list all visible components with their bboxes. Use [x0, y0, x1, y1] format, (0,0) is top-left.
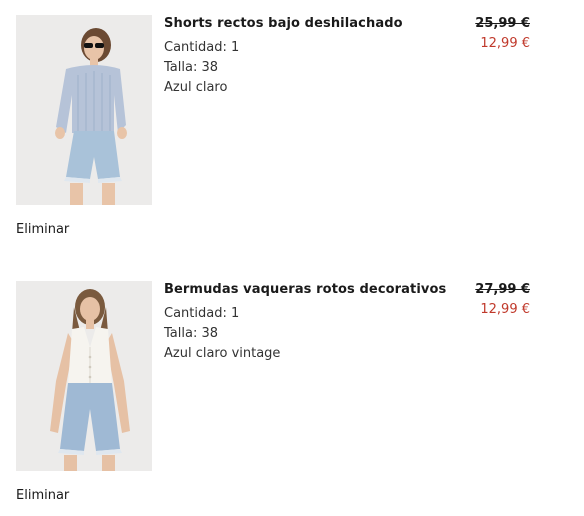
- sale-price: 12,99 €: [480, 36, 530, 51]
- product-color: Azul claro: [164, 80, 228, 95]
- remove-item-button[interactable]: Eliminar: [16, 222, 69, 237]
- product-quantity: Cantidad: 1: [164, 40, 240, 55]
- product-size: Talla: 38: [164, 326, 218, 341]
- sale-price: 12,99 €: [480, 302, 530, 317]
- product-name[interactable]: Shorts rectos bajo deshilachado: [164, 16, 403, 31]
- cart-item: Bermudas vaqueras rotos decorativos Cant…: [0, 266, 584, 506]
- product-image[interactable]: [16, 15, 152, 205]
- product-image[interactable]: [16, 281, 152, 471]
- product-name[interactable]: Bermudas vaqueras rotos decorativos: [164, 282, 446, 297]
- original-price: 27,99 €: [475, 282, 530, 297]
- product-photo-bermudas: [16, 281, 152, 471]
- product-quantity: Cantidad: 1: [164, 306, 240, 321]
- original-price: 25,99 €: [475, 16, 530, 31]
- product-color: Azul claro vintage: [164, 346, 281, 361]
- product-size: Talla: 38: [164, 60, 218, 75]
- cart-item-list: Shorts rectos bajo deshilachado Cantidad…: [0, 0, 584, 516]
- remove-item-button[interactable]: Eliminar: [16, 488, 69, 503]
- product-photo-shorts: [16, 15, 152, 205]
- cart-item: Shorts rectos bajo deshilachado Cantidad…: [0, 0, 584, 240]
